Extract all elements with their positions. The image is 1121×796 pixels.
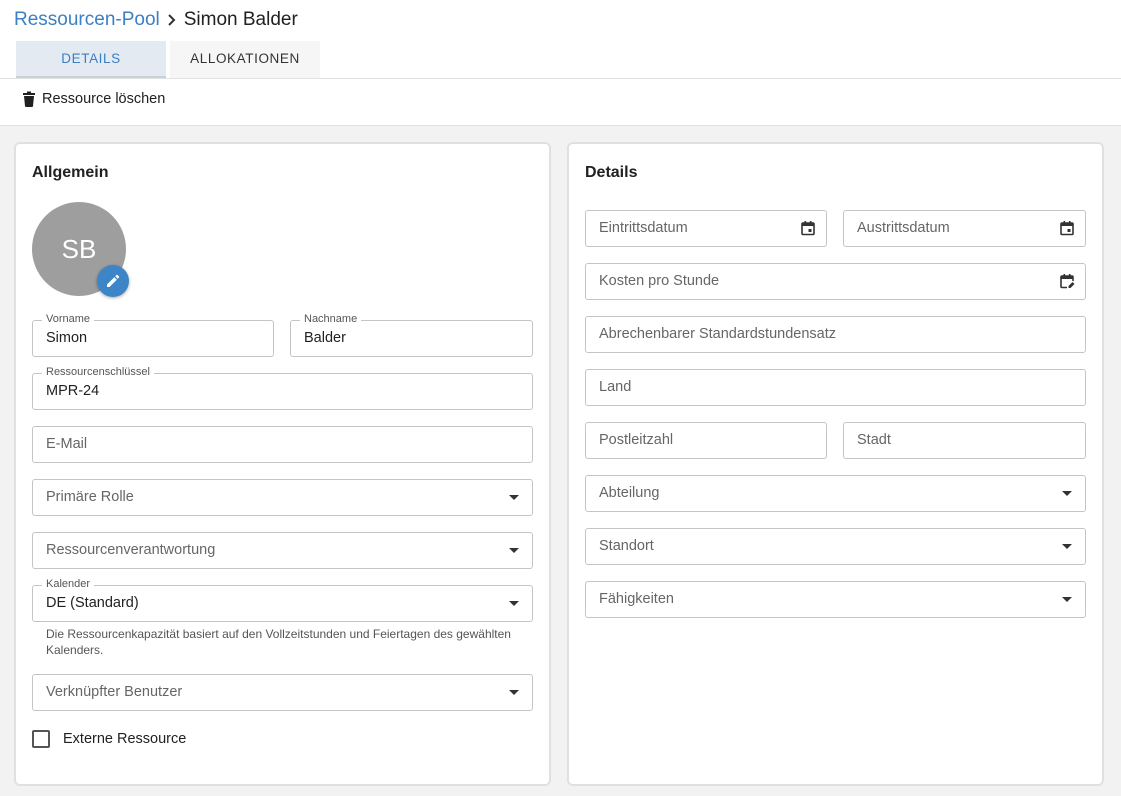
delete-resource-button[interactable]: Ressource löschen	[22, 91, 165, 107]
entry-date-field[interactable]: Eintrittsdatum	[585, 210, 827, 247]
external-resource-row[interactable]: Externe Ressource	[32, 730, 186, 748]
calendar-helper-text: Die Ressourcenkapazität basiert auf den …	[46, 627, 511, 657]
calendar-icon[interactable]	[800, 220, 816, 236]
billable-rate-placeholder: Abrechenbarer Standardstundensatz	[599, 326, 836, 342]
cost-per-hour-placeholder: Kosten pro Stunde	[599, 273, 720, 289]
breadcrumb-parent-link[interactable]: Ressourcen-Pool	[14, 9, 160, 31]
details-card-title: Details	[585, 164, 638, 181]
primary-role-placeholder: Primäre Rolle	[46, 489, 134, 505]
tab-allocations[interactable]: ALLOKATIONEN	[170, 41, 320, 78]
last-name-value: Balder	[304, 330, 346, 346]
breadcrumb: Ressourcen-Pool Simon Balder	[14, 8, 298, 32]
country-field[interactable]: Land	[585, 369, 1086, 406]
external-resource-checkbox[interactable]	[32, 730, 50, 748]
exit-date-field[interactable]: Austrittsdatum	[843, 210, 1086, 247]
calendar-icon[interactable]	[1059, 220, 1075, 236]
postal-code-placeholder: Postleitzahl	[599, 432, 674, 448]
email-field[interactable]: E-Mail	[32, 426, 533, 463]
location-placeholder: Standort	[599, 538, 654, 554]
chevron-right-icon	[166, 13, 178, 27]
breadcrumb-current: Simon Balder	[183, 9, 298, 30]
resource-manager-placeholder: Ressourcenverantwortung	[46, 542, 216, 558]
avatar-initials: SB	[61, 233, 97, 264]
postal-code-field[interactable]: Postleitzahl	[585, 422, 827, 459]
linked-user-placeholder: Verknüpfter Benutzer	[46, 684, 183, 700]
calendar-edit-icon[interactable]	[1059, 273, 1075, 289]
chevron-down-icon	[509, 495, 519, 500]
location-select[interactable]: Standort	[585, 528, 1086, 565]
chevron-down-icon	[1062, 597, 1072, 602]
tab-bar: DETAILS ALLOKATIONEN	[16, 41, 320, 78]
exit-date-placeholder: Austrittsdatum	[857, 220, 950, 236]
calendar-value: DE (Standard)	[46, 595, 139, 611]
chevron-down-icon	[509, 601, 519, 606]
avatar-edit-button[interactable]	[97, 265, 129, 297]
linked-user-select[interactable]: Verknüpfter Benutzer	[32, 674, 533, 711]
chevron-down-icon	[1062, 544, 1072, 549]
chevron-down-icon	[1062, 491, 1072, 496]
billable-rate-field[interactable]: Abrechenbarer Standardstundensatz	[585, 316, 1086, 353]
chevron-down-icon	[509, 548, 519, 553]
trash-icon	[22, 91, 36, 107]
content-area: Allgemein SB Vorname Simon Nachname Bald…	[0, 126, 1121, 796]
pencil-icon	[106, 274, 120, 288]
country-placeholder: Land	[599, 379, 632, 395]
toolbar: Ressource löschen	[0, 79, 1121, 126]
tab-details[interactable]: DETAILS	[16, 41, 166, 78]
department-select[interactable]: Abteilung	[585, 475, 1086, 512]
calendar-select[interactable]: Kalender DE (Standard)	[32, 577, 533, 622]
entry-date-placeholder: Eintrittsdatum	[599, 220, 688, 236]
skills-placeholder: Fähigkeiten	[599, 591, 674, 607]
chevron-down-icon	[509, 690, 519, 695]
last-name-field[interactable]: Nachname Balder	[290, 312, 533, 357]
skills-select[interactable]: Fähigkeiten	[585, 581, 1086, 618]
primary-role-select[interactable]: Primäre Rolle	[32, 479, 533, 516]
first-name-value: Simon	[46, 330, 88, 346]
details-card: Details Eintrittsdatum Austrittsdatum Ko…	[567, 142, 1104, 786]
resource-manager-select[interactable]: Ressourcenverantwortung	[32, 532, 533, 569]
cost-per-hour-field[interactable]: Kosten pro Stunde	[585, 263, 1086, 300]
general-card: Allgemein SB Vorname Simon Nachname Bald…	[14, 142, 551, 786]
city-field[interactable]: Stadt	[843, 422, 1086, 459]
first-name-field[interactable]: Vorname Simon	[32, 312, 274, 357]
department-placeholder: Abteilung	[599, 485, 660, 501]
city-placeholder: Stadt	[857, 432, 891, 448]
email-placeholder: E-Mail	[46, 436, 88, 452]
delete-resource-label: Ressource löschen	[42, 91, 166, 107]
resource-key-value: MPR-24	[46, 383, 100, 399]
general-card-title: Allgemein	[32, 164, 109, 181]
external-resource-label: Externe Ressource	[63, 731, 187, 747]
resource-key-field[interactable]: Ressourcenschlüssel MPR-24	[32, 365, 533, 410]
